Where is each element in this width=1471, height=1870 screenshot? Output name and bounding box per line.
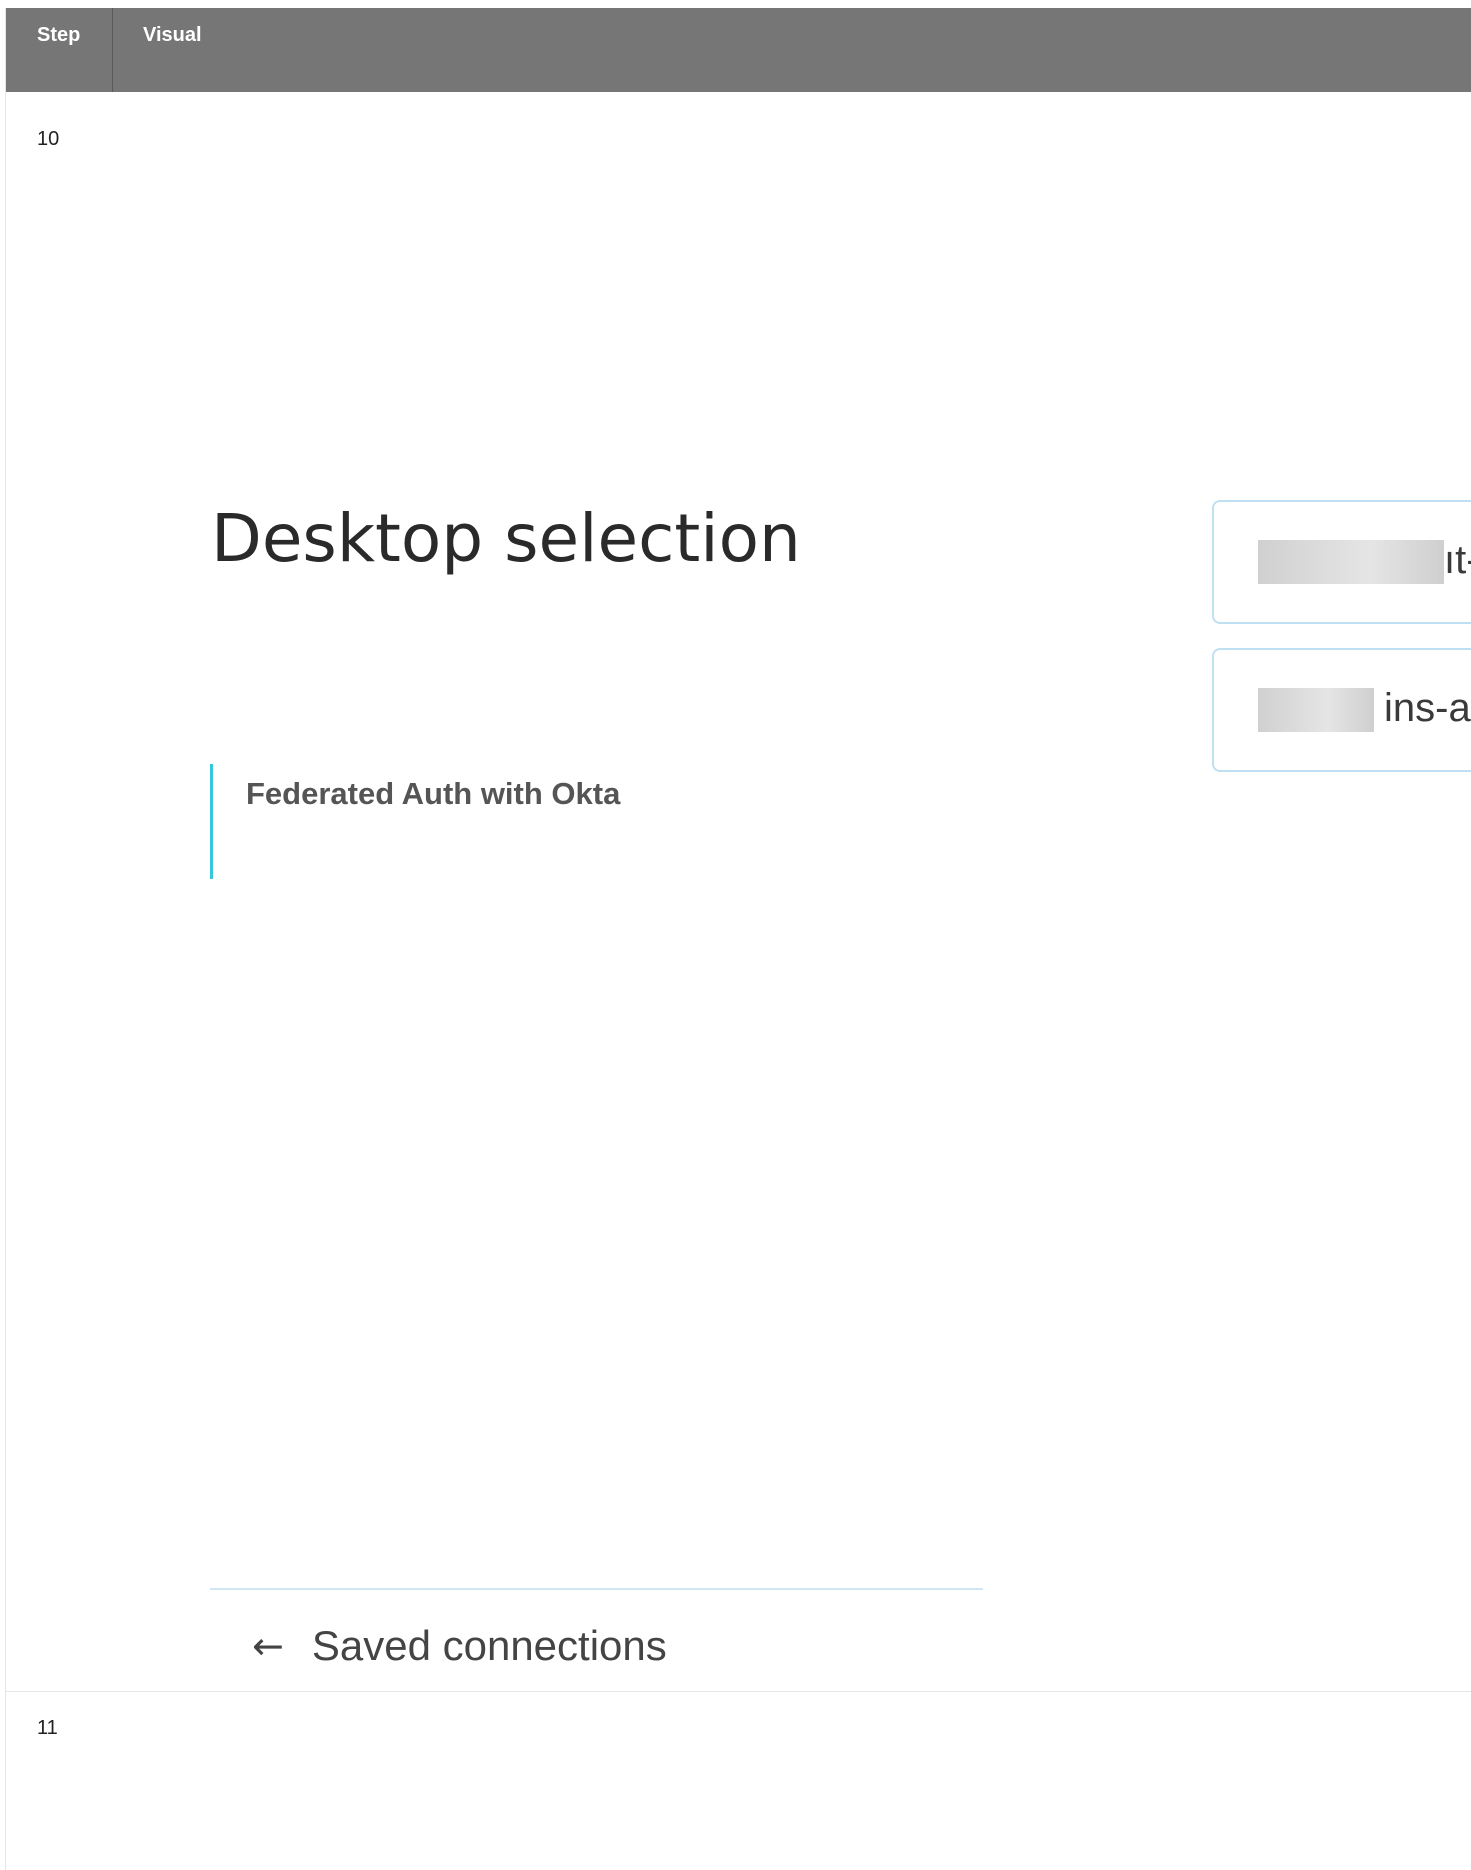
bottom-divider <box>210 1588 983 1590</box>
column-header-visual: Visual <box>143 24 202 46</box>
saved-connections-link[interactable]: ← Saved connections <box>252 1622 667 1670</box>
desktop-name: ıt- <box>1444 538 1471 582</box>
column-header-step: Step <box>37 24 81 46</box>
desktop-card[interactable]: ins-a <box>1212 648 1471 772</box>
step-number: 10 <box>37 128 60 150</box>
header-divider <box>112 8 113 92</box>
redacted-text-mask <box>1258 540 1444 584</box>
section-label: Federated Auth with Okta <box>246 776 621 811</box>
table-header: Step Visual <box>6 8 1471 92</box>
saved-connections-label: Saved connections <box>311 1622 667 1669</box>
arrow-left-icon: ← <box>252 1624 284 1668</box>
desktop-name: ins-a <box>1384 686 1471 730</box>
row-divider <box>6 1691 1471 1692</box>
page-title: Desktop selection <box>211 500 801 577</box>
step-number: 11 <box>37 1717 58 1739</box>
steps-table: Step Visual 10 Desktop selection Federat… <box>5 8 1471 1870</box>
desktop-card[interactable]: ıt- <box>1212 500 1471 624</box>
auth-section: Federated Auth with Okta <box>210 764 713 879</box>
redacted-text-mask <box>1258 688 1374 732</box>
